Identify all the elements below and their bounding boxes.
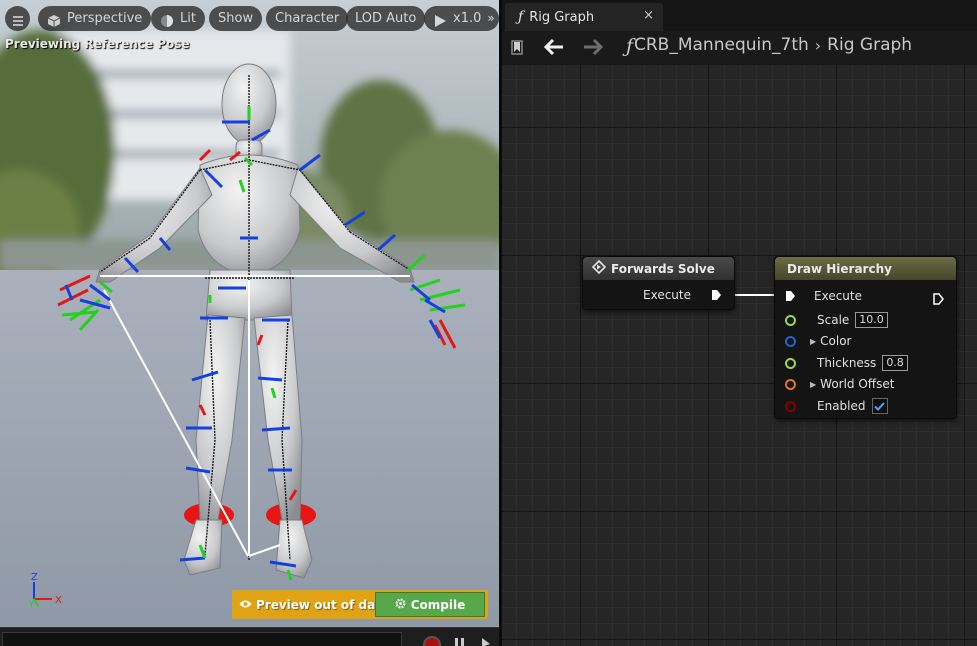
- timeline-strip: [0, 627, 499, 646]
- event-icon: [591, 259, 607, 277]
- playback-speed-button[interactable]: x1.0 »: [424, 6, 499, 31]
- speed-label: x1.0: [453, 11, 482, 26]
- node-title: Forwards Solve: [611, 261, 715, 276]
- forward-arrow-icon[interactable]: [582, 38, 604, 60]
- bool-pin-icon[interactable]: [785, 400, 796, 412]
- pin-label: World Offset: [820, 377, 895, 391]
- graph-nav-bar: ƒ CRB_Mannequin_7th › Rig Graph: [502, 31, 977, 65]
- show-label: Show: [218, 11, 254, 26]
- axis-x-label: X: [55, 595, 62, 606]
- play-icon: [433, 12, 447, 27]
- forward-icon[interactable]: [482, 638, 490, 646]
- breadcrumb-graph[interactable]: Rig Graph: [827, 35, 912, 55]
- eye-icon: [239, 598, 252, 612]
- expand-arrow-icon[interactable]: ▶: [810, 380, 816, 389]
- node-header[interactable]: Draw Hierarchy: [775, 257, 956, 280]
- breadcrumb: CRB_Mannequin_7th › Rig Graph: [634, 35, 912, 55]
- lit-label: Lit: [180, 11, 196, 26]
- character-label: Character: [275, 11, 340, 26]
- enabled-pin[interactable]: Enabled: [785, 396, 888, 416]
- function-icon: ƒ: [626, 35, 634, 57]
- node-title: Draw Hierarchy: [787, 261, 892, 276]
- checkmark-icon: [874, 401, 885, 411]
- draw-hierarchy-node[interactable]: Draw Hierarchy Execute Scale 10.0 ▶ Colo…: [774, 256, 957, 419]
- show-button[interactable]: Show: [209, 6, 263, 31]
- character-button[interactable]: Character: [266, 6, 349, 31]
- record-icon[interactable]: [423, 636, 441, 646]
- pin-label: Scale: [817, 313, 850, 327]
- compile-label: Compile: [410, 597, 466, 612]
- execute-input-pin[interactable]: Execute: [785, 286, 862, 306]
- lod-button[interactable]: LOD Auto: [346, 6, 426, 31]
- enabled-checkbox[interactable]: [871, 398, 888, 414]
- axis-z-label: Z: [31, 572, 38, 583]
- world-offset-pin[interactable]: ▶ World Offset: [785, 374, 894, 394]
- lit-button[interactable]: Lit: [151, 6, 205, 31]
- bookmark-icon[interactable]: [511, 40, 523, 60]
- viewport-scene[interactable]: Z X Y: [0, 0, 499, 646]
- back-arrow-icon[interactable]: [543, 38, 565, 60]
- float-pin-icon[interactable]: [785, 357, 796, 369]
- pin-label: Execute: [643, 288, 691, 302]
- compile-button[interactable]: Compile: [375, 592, 485, 617]
- pause-icon[interactable]: [455, 638, 458, 646]
- viewport-panel[interactable]: Z X Y Perspective Lit Show Character LOD…: [0, 0, 499, 646]
- pin-label: Enabled: [817, 399, 866, 413]
- float-pin-icon[interactable]: [785, 314, 796, 326]
- node-header[interactable]: Forwards Solve: [583, 257, 734, 280]
- perspective-label: Perspective: [67, 11, 143, 26]
- thickness-value-field[interactable]: 0.8: [882, 355, 908, 371]
- breadcrumb-asset[interactable]: CRB_Mannequin_7th: [634, 35, 809, 55]
- graph-panel: ƒ Rig Graph × ƒ CRB_Mannequin_7th › Rig …: [502, 0, 977, 646]
- app-window: Z X Y Perspective Lit Show Character LOD…: [0, 0, 977, 646]
- color-pin[interactable]: ▶ Color: [785, 331, 852, 351]
- preview-status: Preview out of date: [232, 598, 389, 612]
- perspective-button[interactable]: Perspective: [38, 6, 152, 31]
- forwards-solve-node[interactable]: Forwards Solve Execute: [582, 256, 735, 310]
- hamburger-icon: [11, 12, 25, 26]
- transform-pin-icon[interactable]: [785, 378, 796, 390]
- tab-rig-graph[interactable]: ƒ Rig Graph ×: [505, 3, 663, 31]
- preview-status-label: Preview out of date: [256, 597, 390, 612]
- execute-output-pin[interactable]: Execute: [643, 285, 722, 305]
- chevron-right-icon: ›: [814, 35, 822, 55]
- color-pin-icon[interactable]: [785, 335, 796, 347]
- graph-canvas[interactable]: Forwards Solve Execute Draw Hierarchy Ex…: [502, 65, 977, 646]
- exec-pin-icon[interactable]: [785, 290, 796, 302]
- gear-icon: [395, 598, 406, 612]
- lit-sphere-icon: [160, 12, 174, 27]
- scale-pin[interactable]: Scale 10.0: [785, 310, 888, 330]
- pin-label: Thickness: [817, 356, 877, 370]
- expand-arrow-icon[interactable]: ▶: [810, 337, 816, 346]
- exec-pin-icon[interactable]: [711, 289, 722, 301]
- axis-y-label: Y: [28, 600, 34, 609]
- cube-icon: [47, 12, 61, 27]
- viewport-overlay-title: Previewing Reference Pose: [5, 37, 190, 51]
- exec-output-pin-icon[interactable]: [933, 290, 944, 305]
- tab-bar: ƒ Rig Graph ×: [502, 0, 977, 31]
- tab-label: Rig Graph: [529, 9, 595, 25]
- pin-label: Execute: [814, 289, 862, 303]
- timeline-scrubber[interactable]: [2, 632, 402, 646]
- function-icon: ƒ: [518, 9, 524, 25]
- close-icon[interactable]: ×: [643, 8, 654, 23]
- chevron-right-icon: »: [487, 11, 495, 25]
- lod-label: LOD Auto: [355, 11, 417, 26]
- preview-status-bar: Preview out of date Compile: [232, 590, 488, 619]
- thickness-pin[interactable]: Thickness 0.8: [785, 353, 908, 373]
- pin-label: Color: [820, 334, 852, 348]
- transport-controls: [423, 636, 490, 646]
- scale-value-field[interactable]: 10.0: [855, 312, 888, 328]
- viewport-menu-button[interactable]: [5, 6, 30, 31]
